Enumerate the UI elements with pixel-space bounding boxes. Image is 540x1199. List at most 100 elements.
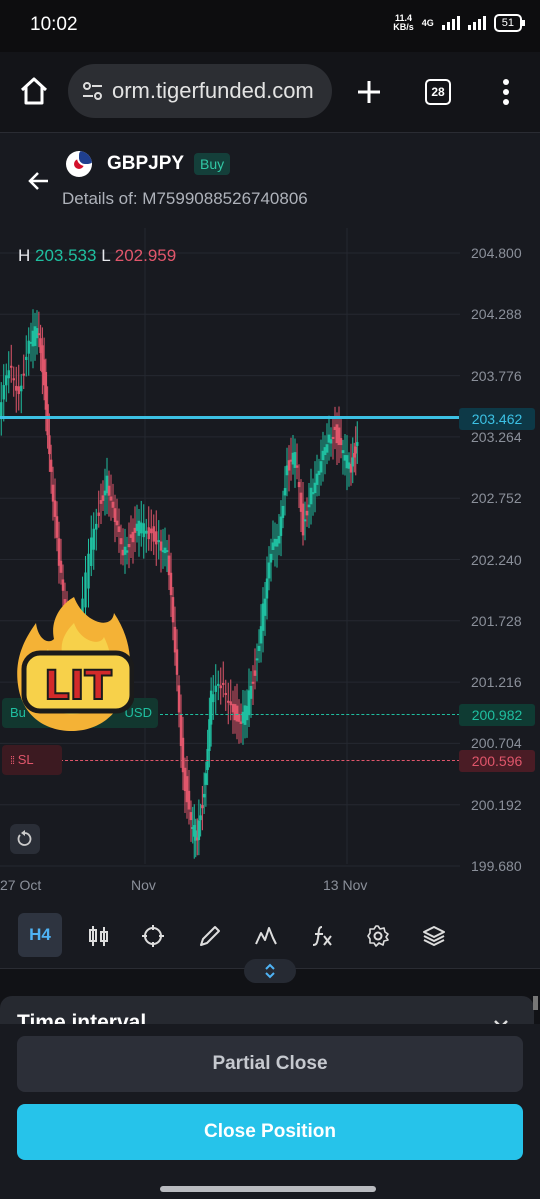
candle-body xyxy=(137,520,141,536)
tab-switcher-button[interactable]: 28 xyxy=(425,79,451,105)
candle-body xyxy=(5,375,8,386)
candle-body xyxy=(297,482,301,488)
candle-body xyxy=(157,540,160,543)
status-time: 10:02 xyxy=(30,14,78,35)
stop-loss-line xyxy=(60,760,460,761)
back-arrow-icon[interactable] xyxy=(28,171,50,191)
candle-body xyxy=(222,682,225,685)
take-profit-line xyxy=(160,714,460,715)
candle-body xyxy=(111,501,115,508)
candle-body xyxy=(237,713,241,722)
candle-body xyxy=(265,578,269,599)
candle-body xyxy=(263,598,267,616)
candle-body xyxy=(27,340,30,354)
site-settings-icon[interactable] xyxy=(78,76,108,106)
candle-body xyxy=(131,531,135,543)
candle-body xyxy=(150,528,153,534)
candles-icon[interactable] xyxy=(86,924,110,948)
expand-panel-button[interactable] xyxy=(244,959,296,983)
candle-body xyxy=(287,460,291,471)
high-low-readout: H 203.533 L 202.959 xyxy=(18,246,176,266)
candle-body xyxy=(7,370,10,379)
candle-body xyxy=(173,626,177,653)
crosshair-icon[interactable] xyxy=(141,924,165,948)
candle-body xyxy=(101,495,105,501)
candle-body xyxy=(331,436,335,439)
candle-body xyxy=(145,530,148,534)
indicator-icon[interactable] xyxy=(254,924,278,948)
pencil-icon[interactable] xyxy=(198,924,222,948)
settings-icon[interactable] xyxy=(366,924,390,948)
layers-icon[interactable] xyxy=(422,924,446,948)
candle-body xyxy=(356,442,359,446)
candle-body xyxy=(97,512,100,516)
candle-body xyxy=(46,404,49,436)
candle-body xyxy=(212,694,215,703)
candle-body xyxy=(44,371,48,410)
candle-body xyxy=(277,535,281,544)
candle-body xyxy=(269,553,273,563)
candle-body xyxy=(329,439,333,444)
candle-body xyxy=(142,523,145,538)
candle-body xyxy=(25,356,28,361)
sticker-text: LIT xyxy=(44,663,112,709)
candlesticks xyxy=(0,309,359,859)
drag-handle-icon[interactable]: ⁞⁞ xyxy=(10,755,15,767)
candle-body xyxy=(53,500,57,517)
high-value: 203.533 xyxy=(35,246,97,265)
scrollbar[interactable] xyxy=(533,996,538,1010)
candle-body xyxy=(20,385,23,392)
stop-loss-tag[interactable]: ⁞⁞ SL xyxy=(2,745,62,775)
candle-body xyxy=(107,485,111,496)
address-bar[interactable]: orm.tigerfunded.com xyxy=(68,64,332,118)
more-menu-icon[interactable] xyxy=(499,78,513,106)
expand-chevron-icon xyxy=(265,963,275,979)
candle-body xyxy=(255,658,259,661)
position-details: Details of: M7599088526740806 xyxy=(62,189,308,208)
candle-body xyxy=(209,690,213,725)
home-icon[interactable] xyxy=(19,76,49,106)
candle-body xyxy=(197,820,201,841)
chart-canvas[interactable] xyxy=(0,228,540,908)
price-axis-label: 199.680 xyxy=(471,858,522,874)
price-chart[interactable]: H 203.533 L 202.959 204.800 204.288 203.77… xyxy=(0,228,540,908)
interval-button[interactable]: H4 xyxy=(18,913,62,957)
candle-body xyxy=(325,444,329,453)
action-panel: Partial Close Close Position xyxy=(0,1024,540,1199)
side-badge: Buy xyxy=(194,153,231,175)
partial-close-button[interactable]: Partial Close xyxy=(17,1036,523,1092)
candle-body xyxy=(90,537,93,566)
candle-body xyxy=(10,365,13,368)
candle-body xyxy=(147,527,150,540)
price-axis-label: 201.728 xyxy=(471,612,522,629)
close-position-button[interactable]: Close Position xyxy=(17,1104,523,1160)
candle-body xyxy=(12,378,15,381)
time-axis-label: 13 Nov xyxy=(323,877,368,893)
fx-icon[interactable] xyxy=(310,924,334,948)
candle-body xyxy=(219,685,222,689)
candle-body xyxy=(61,579,65,591)
low-value: 202.959 xyxy=(114,246,177,265)
signal-icon xyxy=(441,16,460,30)
candle-body xyxy=(127,543,131,548)
gesture-nav-bar[interactable] xyxy=(160,1186,376,1192)
high-label: H xyxy=(18,246,31,265)
candle-body xyxy=(303,519,307,522)
candle-body xyxy=(15,385,18,391)
reset-chart-button[interactable] xyxy=(10,824,40,854)
position-header: GBPJPY Buy Details of: M7599088526740806 xyxy=(0,133,540,228)
chart-grid xyxy=(0,228,460,867)
sl-label: SL xyxy=(17,752,34,767)
candle-body xyxy=(165,550,169,553)
price-axis-label: 204.288 xyxy=(471,306,522,323)
browser-toolbar: orm.tigerfunded.com 28 xyxy=(0,52,540,133)
candle-body xyxy=(251,681,255,684)
candle-body xyxy=(59,560,63,573)
candle-body xyxy=(171,597,175,623)
status-bar: 10:02 11.4 KB/s 4G 51 xyxy=(0,0,540,52)
new-tab-icon[interactable] xyxy=(356,79,382,105)
currency-flag-icon xyxy=(66,151,92,177)
candle-body xyxy=(95,523,98,530)
status-icons: 11.4 KB/s 4G 51 xyxy=(393,14,526,32)
candle-body xyxy=(201,805,204,809)
